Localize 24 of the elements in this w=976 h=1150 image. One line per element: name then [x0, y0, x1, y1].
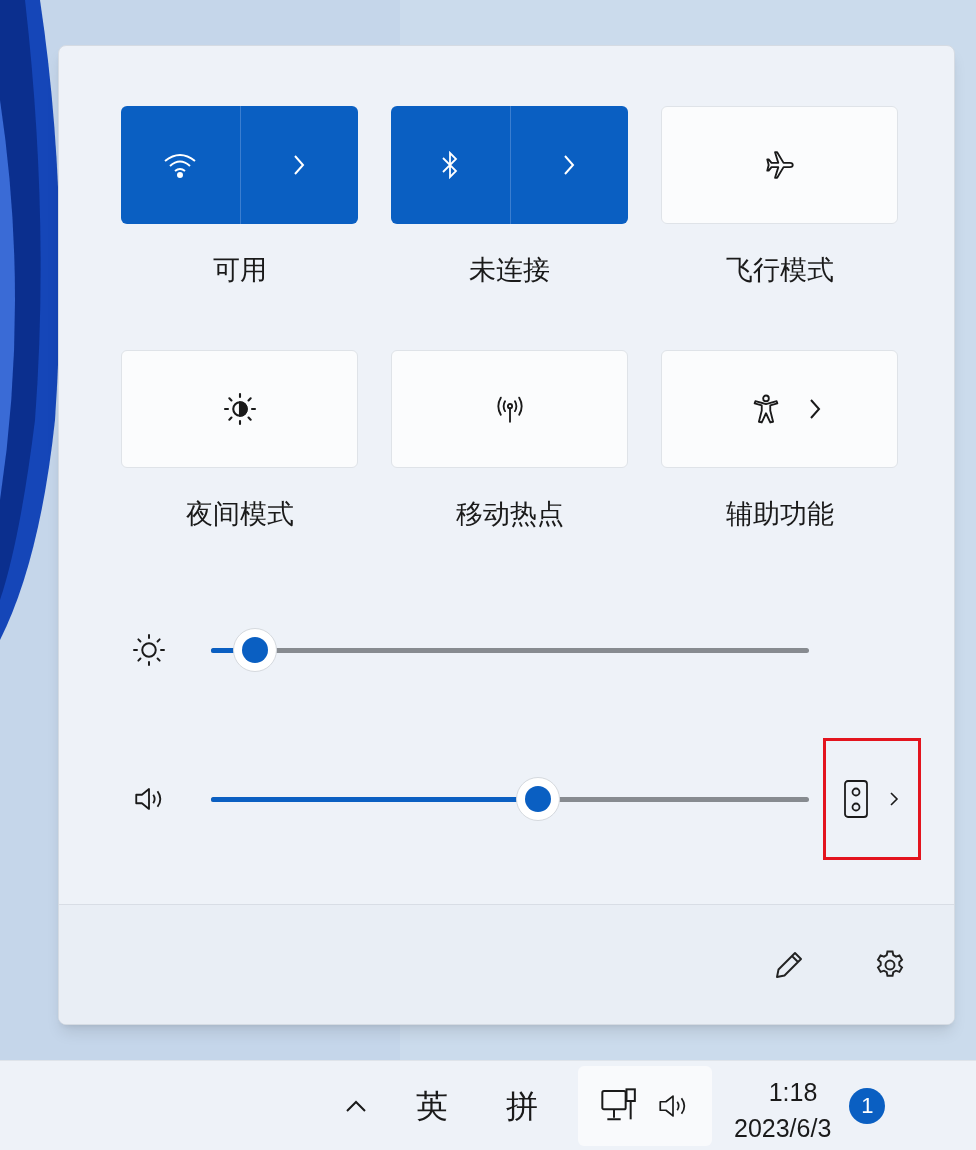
- night-light-icon: [221, 391, 258, 427]
- slider-track[interactable]: [211, 776, 809, 822]
- brightness-icon: [131, 632, 167, 668]
- speaker-device-icon: [843, 779, 869, 819]
- tile-label: 移动热点: [455, 498, 564, 531]
- tile-label: 未连接: [469, 254, 550, 287]
- tile-label: 可用: [212, 254, 267, 287]
- input-mode-button[interactable]: 拼: [506, 1085, 538, 1126]
- slider-thumb[interactable]: [233, 628, 278, 672]
- clock-time: 1:18: [768, 1076, 818, 1108]
- network-volume-button[interactable]: [578, 1065, 712, 1146]
- input-mode-button[interactable]: 英: [416, 1085, 448, 1126]
- slider-track[interactable]: [211, 627, 809, 673]
- toggle-button[interactable]: [661, 106, 898, 224]
- clock-button[interactable]: 1:18 2023/6/3: [734, 1065, 832, 1146]
- clock-date: 2023/6/3: [734, 1112, 832, 1144]
- tile-label: 飞行模式: [725, 254, 834, 287]
- slider-thumb[interactable]: [516, 777, 561, 821]
- toggle-button[interactable]: [661, 350, 898, 468]
- tile-label: 辅助功能: [725, 498, 834, 531]
- notification-badge[interactable]: 1: [849, 1087, 886, 1124]
- toggle-button[interactable]: [391, 350, 628, 468]
- toggle-button[interactable]: [121, 350, 358, 468]
- tile-label: 夜间模式: [185, 498, 294, 531]
